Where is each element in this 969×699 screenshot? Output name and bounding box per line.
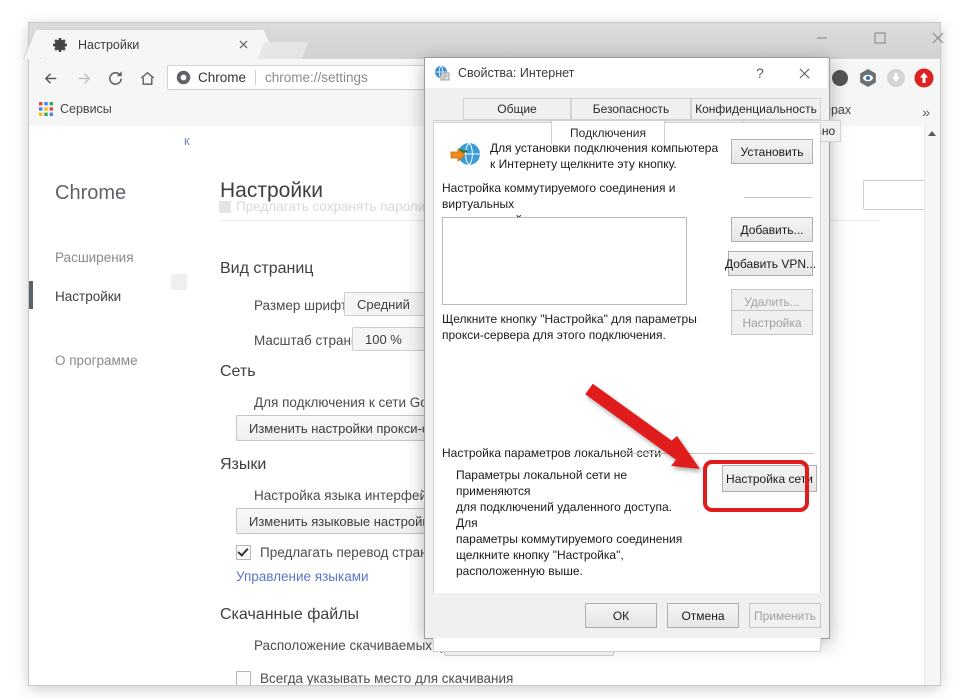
dialog-title: Свойства: Интернет bbox=[458, 66, 575, 80]
ghost-checkbox bbox=[219, 201, 231, 213]
add-connection-button[interactable]: Добавить... bbox=[731, 217, 813, 242]
manage-languages-link[interactable]: Управление языками bbox=[236, 569, 369, 584]
tab-security[interactable]: Безопасность bbox=[571, 98, 691, 120]
section-heading-downloads: Скачанные файлы bbox=[220, 606, 360, 623]
eye-icon[interactable] bbox=[857, 67, 879, 89]
always-ask-location-checkbox[interactable] bbox=[236, 671, 251, 685]
connection-settings-button: Настройка bbox=[731, 310, 813, 335]
settings-search-value: к bbox=[184, 133, 190, 148]
tab-connections[interactable]: Подключения bbox=[551, 120, 665, 145]
dialog-footer: ОК Отмена Применить bbox=[425, 593, 827, 638]
bookmark-apps-label: Сервисы bbox=[60, 102, 112, 116]
lan-group-rule-right bbox=[688, 453, 814, 454]
chrome-logo-icon bbox=[176, 70, 191, 85]
proxy-settings-text: Щелкните кнопку "Настройка" для параметр… bbox=[442, 312, 697, 342]
apply-button: Применить bbox=[749, 603, 821, 628]
tab-title: Настройки bbox=[78, 37, 140, 52]
dialup-group-rule bbox=[744, 197, 812, 198]
sidebar-brand: Chrome bbox=[55, 182, 127, 204]
settings-scrollbar[interactable] bbox=[924, 126, 940, 685]
close-icon[interactable] bbox=[915, 23, 960, 52]
omnibox-url-text: chrome://settings bbox=[265, 70, 368, 85]
always-ask-location-checkbox-row[interactable]: Всегда указывать место для скачивания bbox=[236, 671, 513, 685]
maximize-icon[interactable] bbox=[857, 23, 902, 52]
lan-group-rule-left bbox=[622, 453, 680, 454]
omnibox-site-label: Chrome bbox=[198, 70, 247, 85]
ok-button[interactable]: ОК bbox=[585, 603, 657, 628]
close-icon[interactable] bbox=[236, 37, 251, 52]
close-icon[interactable] bbox=[781, 58, 827, 88]
ghost-setting-row: Предлагать сохранять пароли с по bbox=[236, 199, 455, 214]
cancel-button[interactable]: Отмена bbox=[667, 603, 739, 628]
tab-privacy[interactable]: Конфиденциальность bbox=[691, 98, 821, 120]
sidebar-item-about[interactable]: О программе bbox=[55, 353, 138, 368]
always-ask-location-label: Всегда указывать место для скачивания bbox=[260, 671, 514, 685]
sidebar-active-marker bbox=[29, 281, 33, 309]
internet-properties-dialog: Свойства: Интернет ? Общие Безопасность … bbox=[424, 57, 841, 652]
section-heading-network: Сеть bbox=[220, 363, 256, 380]
home-icon[interactable] bbox=[133, 64, 161, 92]
section-heading-appearance: Вид страниц bbox=[220, 260, 314, 277]
forward-arrow-icon bbox=[69, 64, 97, 92]
scroll-up-arrow-icon[interactable] bbox=[928, 131, 936, 136]
internet-properties-icon bbox=[434, 65, 450, 81]
reload-icon[interactable] bbox=[101, 64, 129, 92]
tab-general[interactable]: Общие bbox=[463, 98, 571, 120]
red-arrow-up-icon[interactable] bbox=[913, 67, 935, 89]
settings-sidebar: Chrome Расширения Настройки О программе bbox=[29, 126, 187, 685]
lan-description-text: Параметры локальной сети не применяются … bbox=[456, 468, 683, 578]
bookmarks-overflow-icon[interactable]: » bbox=[922, 104, 930, 120]
dialog-titlebar: Свойства: Интернет ? bbox=[425, 58, 827, 88]
apps-grid-icon bbox=[39, 102, 53, 116]
new-tab-ghost[interactable] bbox=[257, 42, 309, 59]
section-heading-languages: Языки bbox=[220, 456, 267, 473]
omnibox-divider bbox=[255, 70, 257, 85]
globe-with-arrow-icon bbox=[450, 141, 482, 169]
font-size-label: Размер шрифта: bbox=[254, 298, 359, 313]
sidebar-item-settings[interactable]: Настройки bbox=[55, 289, 121, 304]
browser-tab-settings[interactable]: Настройки bbox=[41, 30, 259, 59]
setup-button[interactable]: Установить bbox=[731, 139, 813, 164]
connections-list[interactable] bbox=[442, 217, 687, 305]
sidebar-item-extensions[interactable]: Расширения bbox=[55, 250, 134, 265]
tab-strip: Настройки bbox=[29, 23, 943, 59]
gear-icon bbox=[53, 37, 69, 53]
download-circle-icon[interactable] bbox=[885, 67, 907, 89]
help-button[interactable]: ? bbox=[745, 58, 775, 88]
bookmark-apps-shortcut[interactable]: Сервисы bbox=[39, 102, 112, 116]
dialog-content-panel: Для установки подключения компьютера к И… bbox=[433, 122, 821, 652]
lan-settings-button[interactable]: Настройка сети bbox=[722, 465, 817, 492]
puzzle-icon[interactable] bbox=[829, 67, 851, 89]
offer-translate-checkbox[interactable] bbox=[236, 545, 251, 560]
minimize-icon[interactable] bbox=[799, 23, 844, 52]
add-vpn-button[interactable]: Добавить VPN... bbox=[725, 251, 816, 276]
back-arrow-icon[interactable] bbox=[37, 64, 65, 92]
